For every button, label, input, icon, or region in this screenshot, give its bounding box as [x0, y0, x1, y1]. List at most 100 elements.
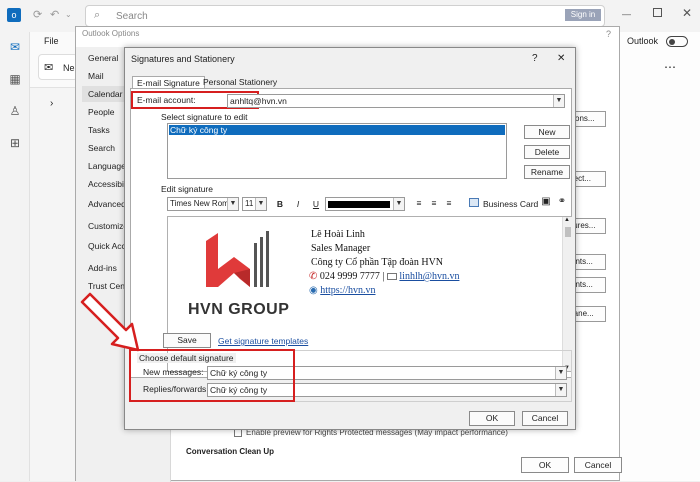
options-title: Outlook Options [82, 29, 140, 38]
right-panel: Outlook ⋯ [612, 32, 700, 481]
people-icon[interactable]: ♙ [7, 104, 23, 118]
maximize-icon[interactable] [653, 8, 662, 17]
rename-button[interactable]: Rename [524, 165, 570, 179]
new-outlook-toggle[interactable] [666, 36, 688, 47]
expand-folders-icon[interactable]: › [50, 98, 53, 109]
chevron-down-icon: ▼ [553, 95, 564, 107]
nav-search[interactable]: Search [88, 143, 115, 153]
conversation-cleanup-heading: Conversation Clean Up [186, 447, 275, 456]
minimize-icon[interactable]: — [622, 9, 631, 19]
chevron-down-icon: ▼ [227, 198, 238, 210]
business-card-icon [469, 198, 479, 207]
hvn-logo: HVN GROUP [182, 229, 292, 321]
phone-icon: ✆ [309, 271, 318, 282]
preview-rights-checkbox[interactable] [234, 429, 242, 437]
mail-icon[interactable]: ✉ [7, 40, 23, 54]
font-size-select[interactable]: 11 ▼ [242, 197, 267, 211]
editor-scrollbar[interactable]: ▲ ▼ [562, 217, 572, 371]
nav-calendar[interactable]: Calendar [88, 89, 123, 99]
close-window-icon[interactable]: ✕ [682, 6, 692, 20]
dialog-title: Signatures and Stationery [131, 54, 235, 64]
insert-picture-icon[interactable]: ▣ [541, 196, 551, 207]
outlook-toggle-label: Outlook [627, 36, 659, 46]
nav-language[interactable]: Language [88, 161, 126, 171]
signature-list[interactable]: Chữ ký công ty [167, 123, 507, 179]
business-card-label: Business Card [483, 199, 539, 209]
ok-button[interactable]: OK [469, 411, 515, 426]
select-signature-label: Select signature to edit [161, 112, 248, 122]
underline-button[interactable]: U [311, 199, 321, 209]
save-button[interactable]: Save [163, 333, 211, 348]
email-account-value: anhltq@hvn.vn [230, 96, 287, 106]
more-options-icon[interactable]: ⋯ [664, 60, 676, 74]
align-center-icon[interactable]: ≡ [429, 198, 439, 208]
font-color-select[interactable]: ▼ [325, 197, 405, 211]
calendar-icon[interactable]: ▦ [7, 72, 23, 86]
signature-list-item[interactable]: Chữ ký công ty [169, 125, 505, 135]
app-rail: ✉ ▦ ♙ ⊞ [0, 32, 30, 481]
signature-contact-line: ✆ 024 9999 7777 | linhlh@hvn.vn [309, 271, 459, 282]
align-left-icon[interactable]: ≡ [414, 198, 424, 208]
nav-accessibility[interactable]: Accessibili [88, 179, 128, 189]
globe-icon: ◉ [309, 285, 318, 296]
color-swatch [328, 201, 390, 208]
email-account-label: E-mail account: [137, 95, 196, 105]
new-button[interactable]: New [524, 125, 570, 139]
nav-tasks[interactable]: Tasks [88, 125, 110, 135]
new-mail-icon: ✉ [44, 62, 54, 74]
nav-general[interactable]: General [88, 53, 118, 63]
signature-web-line: ◉ https://hvn.vn [309, 285, 376, 296]
nav-customize[interactable]: Customize [88, 221, 128, 231]
sync-icon[interactable]: ⟳ [33, 8, 42, 21]
bold-button[interactable]: B [275, 199, 285, 209]
font-name-select[interactable]: Times New Roman ▼ [167, 197, 239, 211]
search-placeholder: Search [116, 11, 148, 22]
font-size-value: 11 [245, 199, 254, 208]
insert-hyperlink-icon[interactable]: ⚭ [557, 196, 567, 207]
nav-quick-access[interactable]: Quick Acc [88, 241, 126, 251]
signature-email[interactable]: linhlh@hvn.vn [399, 271, 459, 282]
chevron-down-icon: ▼ [555, 384, 566, 396]
signature-templates-link[interactable]: Get signature templates [218, 336, 308, 346]
signature-company: Công ty Cổ phần Tập đoàn HVN [311, 257, 444, 268]
nav-mail[interactable]: Mail [88, 71, 104, 81]
toggle-knob [669, 39, 675, 45]
scroll-thumb[interactable] [565, 227, 571, 237]
undo-icon[interactable]: ↶ [50, 8, 59, 21]
dropdown-icon[interactable]: ⌄ [65, 10, 72, 19]
delete-button[interactable]: Delete [524, 145, 570, 159]
signature-job-title: Sales Manager [311, 243, 371, 254]
chevron-down-icon: ▼ [393, 198, 404, 210]
nav-add-ins[interactable]: Add-ins [88, 263, 117, 273]
italic-button[interactable]: I [293, 199, 303, 209]
signature-phone: 024 9999 7777 [319, 271, 380, 282]
align-right-icon[interactable]: ≡ [444, 198, 454, 208]
cancel-button[interactable]: Cancel [522, 411, 568, 426]
logo-text: HVN GROUP [188, 301, 290, 318]
search-icon: ⌕ [94, 9, 101, 21]
options-ok-button[interactable]: OK [521, 457, 569, 473]
signature-website[interactable]: https://hvn.vn [320, 285, 375, 296]
email-account-select[interactable]: anhltq@hvn.vn ▼ [227, 94, 565, 108]
business-card-button[interactable]: Business Card [469, 198, 539, 210]
envelope-icon [386, 273, 397, 281]
edit-signature-label: Edit signature [161, 184, 213, 194]
annotation-arrow [80, 292, 140, 352]
sign-in-button[interactable]: Sign in [565, 9, 601, 21]
apps-icon[interactable]: ⊞ [7, 136, 23, 150]
nav-people[interactable]: People [88, 107, 114, 117]
chevron-down-icon: ▼ [255, 198, 266, 210]
file-tab[interactable]: File [44, 36, 59, 46]
new-mail-button[interactable]: ✉ Ne [38, 54, 78, 80]
help-icon[interactable]: ? [532, 53, 538, 64]
options-cancel-button[interactable]: Cancel [574, 457, 622, 473]
search-input[interactable]: ⌕ Search [85, 5, 605, 27]
hvn-logo-icon [206, 231, 269, 287]
scroll-up-icon[interactable]: ▲ [564, 217, 570, 223]
close-icon[interactable]: ✕ [557, 53, 565, 64]
signature-name: Lê Hoài Linh [311, 229, 365, 240]
signatures-dialog: Signatures and Stationery ? ✕ E-mail Sig… [124, 47, 576, 430]
new-mail-label: Ne [63, 63, 75, 73]
nav-advanced[interactable]: Advanced [88, 199, 126, 209]
options-help-icon[interactable]: ? [606, 29, 611, 39]
